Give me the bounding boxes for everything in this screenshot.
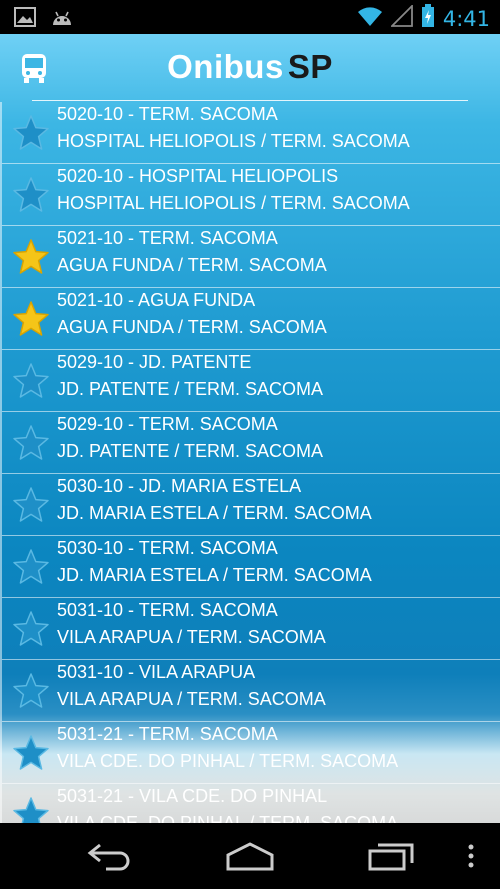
route-row[interactable]: 5031-10 - TERM. SACOMA VILA ARAPUA / TERM… bbox=[0, 598, 500, 660]
route-subtitle: HOSPITAL HELIOPOLIS / TERM. SACOMA bbox=[57, 193, 410, 213]
favorite-star-icon[interactable] bbox=[12, 300, 50, 338]
route-subtitle: AGUA FUNDA / TERM. SACOMA bbox=[57, 317, 327, 337]
status-time: 4:41 bbox=[442, 6, 490, 31]
route-title: 5031-21 - TERM. SACOMA bbox=[57, 724, 278, 744]
route-title: 5030-10 - JD. MARIA ESTELA bbox=[57, 476, 302, 496]
route-subtitle: VILA ARAPUA / TERM. SACOMA bbox=[57, 627, 326, 647]
battery-icon bbox=[421, 4, 435, 33]
star-icon[interactable] bbox=[12, 672, 50, 710]
route-title: 5020-10 - TERM. SACOMA bbox=[57, 104, 278, 124]
route-title: 5029-10 - TERM. SACOMA bbox=[57, 414, 278, 434]
action-bar: Onibus SP bbox=[0, 34, 500, 102]
favorite-star-icon[interactable] bbox=[12, 238, 50, 276]
star-icon[interactable] bbox=[12, 796, 50, 823]
header-divider bbox=[32, 100, 468, 101]
star-icon[interactable] bbox=[12, 176, 50, 214]
route-list: 5020-10 - TERM. SACOMA HOSPITAL HELIOPOLI… bbox=[0, 102, 500, 823]
star-icon[interactable] bbox=[12, 424, 50, 462]
route-title: 5029-10 - JD. PATENTE bbox=[57, 352, 252, 372]
app-title: Onibus SP bbox=[0, 48, 500, 86]
route-title: 5030-10 - TERM. SACOMA bbox=[57, 538, 278, 558]
route-subtitle: AGUA FUNDA / TERM. SACOMA bbox=[57, 255, 327, 275]
star-icon[interactable] bbox=[12, 362, 50, 400]
route-row[interactable]: 5020-10 - TERM. SACOMA HOSPITAL HELIOPOLI… bbox=[0, 102, 500, 164]
route-row[interactable]: 5031-10 - VILA ARAPUA VILA ARAPUA / TERM.… bbox=[0, 660, 500, 722]
route-title: 5021-10 - AGUA FUNDA bbox=[57, 290, 256, 310]
route-subtitle: HOSPITAL HELIOPOLIS / TERM. SACOMA bbox=[57, 131, 410, 151]
recents-icon[interactable] bbox=[366, 841, 416, 876]
menu-icon[interactable] bbox=[466, 841, 476, 876]
route-row[interactable]: 5029-10 - JD. PATENTE JD. PATENTE / TERM.… bbox=[0, 350, 500, 412]
navigation-bar bbox=[0, 823, 500, 889]
route-row[interactable]: 5031-21 - VILA CDE. DO PINHAL VILA CDE. D… bbox=[0, 784, 500, 823]
image-icon bbox=[14, 7, 36, 32]
route-subtitle: VILA ARAPUA / TERM. SACOMA bbox=[57, 689, 326, 709]
star-icon[interactable] bbox=[12, 610, 50, 648]
route-title: 5031-10 - TERM. SACOMA bbox=[57, 600, 278, 620]
app-screen: Onibus SP 5020-10 - TERM. SACOMA HOSPITAL … bbox=[0, 34, 500, 823]
route-subtitle: VILA CDE. DO PINHAL / TERM. SACOMA bbox=[57, 751, 399, 771]
status-bar: 4:41 bbox=[0, 0, 500, 34]
route-row[interactable]: 5030-10 - TERM. SACOMA JD. MARIA ESTELA /… bbox=[0, 536, 500, 598]
route-subtitle: JD. PATENTE / TERM. SACOMA bbox=[57, 379, 324, 399]
route-title: 5031-21 - VILA CDE. DO PINHAL bbox=[57, 786, 328, 806]
star-icon[interactable] bbox=[12, 548, 50, 586]
route-row[interactable]: 5031-21 - TERM. SACOMA VILA CDE. DO PINHA… bbox=[0, 722, 500, 784]
wifi-icon bbox=[357, 5, 383, 32]
route-row[interactable]: 5021-10 - AGUA FUNDA AGUA FUNDA / TERM. S… bbox=[0, 288, 500, 350]
route-subtitle: JD. MARIA ESTELA / TERM. SACOMA bbox=[57, 565, 372, 585]
route-title: 5021-10 - TERM. SACOMA bbox=[57, 228, 278, 248]
route-row[interactable]: 5021-10 - TERM. SACOMA AGUA FUNDA / TERM.… bbox=[0, 226, 500, 288]
app-title-part1: Onibus bbox=[167, 48, 284, 85]
route-row[interactable]: 5030-10 - JD. MARIA ESTELA JD. MARIA ESTE… bbox=[0, 474, 500, 536]
route-subtitle: JD. MARIA ESTELA / TERM. SACOMA bbox=[57, 503, 372, 523]
signal-icon bbox=[389, 3, 413, 32]
app-title-part2: SP bbox=[287, 48, 333, 85]
star-icon[interactable] bbox=[12, 734, 50, 772]
route-title: 5020-10 - HOSPITAL HELIOPOLIS bbox=[57, 166, 339, 186]
android-icon bbox=[50, 7, 74, 32]
home-icon[interactable] bbox=[224, 841, 276, 876]
route-subtitle: JD. PATENTE / TERM. SACOMA bbox=[57, 441, 324, 461]
route-row[interactable]: 5020-10 - HOSPITAL HELIOPOLIS HOSPITAL HE… bbox=[0, 164, 500, 226]
route-subtitle: VILA CDE. DO PINHAL / TERM. SACOMA bbox=[57, 813, 399, 823]
star-icon[interactable] bbox=[12, 114, 50, 152]
back-icon[interactable] bbox=[86, 841, 134, 876]
route-title: 5031-10 - VILA ARAPUA bbox=[57, 662, 256, 682]
star-icon[interactable] bbox=[12, 486, 50, 524]
route-row[interactable]: 5029-10 - TERM. SACOMA JD. PATENTE / TERM… bbox=[0, 412, 500, 474]
